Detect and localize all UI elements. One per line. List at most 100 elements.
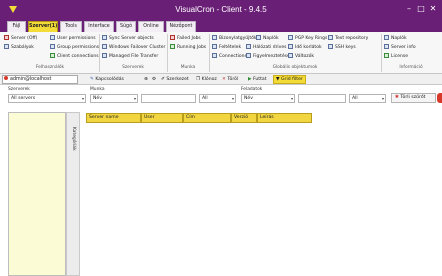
network-drives-button[interactable]: Hálózati drives: [246, 44, 286, 52]
edit-connection-button[interactable]: ✎ Kapcsolódás: [90, 76, 124, 84]
task-scope-select[interactable]: All ▾: [349, 94, 386, 103]
settings-icon[interactable]: ⚙: [152, 76, 156, 84]
tab-file[interactable]: Fájl: [7, 21, 26, 32]
side-collapse-strip[interactable]: Kategóriák: [66, 112, 80, 276]
credentials-icon: [212, 35, 217, 40]
notifications-button[interactable]: Figyelmeztetések: [246, 53, 292, 61]
column-header-address[interactable]: Cím: [183, 113, 231, 123]
server-icon: [4, 35, 9, 40]
sync-server-objects-button[interactable]: Sync Server objects: [102, 35, 154, 43]
server-info-button[interactable]: Server info: [384, 44, 416, 52]
tab-tools[interactable]: Tools: [60, 21, 82, 32]
clear-filter-button[interactable]: ✱ Törli szűrőt: [391, 93, 436, 103]
categories-vertical-label: Kategóriák: [71, 127, 76, 151]
variable-icon: [288, 53, 293, 58]
chevron-down-icon: ▾: [231, 96, 234, 101]
column-header-description[interactable]: Leírás: [257, 113, 312, 123]
group-label-information: Információ: [399, 65, 423, 70]
column-header-user[interactable]: User: [141, 113, 183, 123]
log-icon: [256, 35, 261, 40]
category-tree-panel[interactable]: [8, 112, 66, 276]
chevron-down-icon: ▾: [81, 96, 84, 101]
maximize-icon[interactable]: □: [416, 4, 426, 14]
server-grid: [80, 108, 442, 276]
connection-icon: [50, 53, 55, 58]
user-status-icon: [4, 76, 8, 80]
column-header-version[interactable]: Verzió: [231, 113, 257, 123]
run-button[interactable]: ▶ Futtat: [248, 76, 267, 84]
close-icon[interactable]: ✕: [428, 4, 438, 14]
failed-jobs-button[interactable]: Failed Jobs: [170, 35, 201, 43]
info-icon: [384, 44, 389, 49]
tab-view[interactable]: Nézőpont: [166, 21, 196, 32]
ssh-keys-button[interactable]: SSH keys: [328, 44, 356, 52]
task-filter-input[interactable]: [298, 94, 346, 103]
column-header-server-name[interactable]: Server name: [86, 113, 141, 123]
group-label-jobs: Munka: [180, 65, 196, 70]
clone-button[interactable]: ❐ Klónoz: [196, 76, 217, 84]
rules-icon: [4, 44, 9, 49]
tab-server[interactable]: Szerver(1): [28, 21, 58, 32]
chevron-down-icon: ▾: [133, 96, 136, 101]
tab-help[interactable]: Súgó: [116, 21, 136, 32]
logs-button[interactable]: Naplók: [256, 35, 279, 43]
network-drive-icon: [246, 44, 251, 49]
user-selector[interactable]: admin@localhost: [2, 75, 78, 84]
task-filter-label: Feladatok: [241, 87, 263, 92]
user-icon: [50, 35, 55, 40]
window-title: VisualCron - Client - 9.4.5: [175, 5, 267, 14]
credentials-button[interactable]: Bizonylatgyűjtők: [212, 35, 257, 43]
cluster-icon: [102, 44, 107, 49]
log-button[interactable]: Naplók: [384, 35, 407, 43]
running-jobs-button[interactable]: Running Jobs: [170, 44, 206, 52]
close-filter-icon[interactable]: [437, 93, 442, 103]
chevron-down-icon: ▾: [290, 96, 293, 101]
edit-button[interactable]: ✐ Szerkezet: [161, 76, 189, 84]
chevron-down-icon: ▾: [381, 96, 384, 101]
group-label-users: Felhasználók: [35, 65, 65, 70]
license-button[interactable]: License: [384, 53, 408, 61]
delete-button[interactable]: ✕ Töröl: [222, 76, 238, 84]
conditions-button[interactable]: Feltételek: [212, 44, 241, 52]
notification-icon: [246, 53, 251, 58]
clock-icon: [288, 44, 293, 49]
user-permissions-button[interactable]: User permissions: [50, 35, 96, 43]
log-icon: [384, 35, 389, 40]
client-connections-button[interactable]: Client connections: [50, 53, 99, 61]
text-repository-button[interactable]: Text repository: [328, 35, 368, 43]
job-filter-input[interactable]: [141, 94, 196, 103]
group-label-servers: Szerverek: [122, 65, 144, 70]
title-bar: VisualCron - Client - 9.4.5 – □ ✕: [0, 0, 442, 20]
tab-online[interactable]: Online: [138, 21, 164, 32]
minimize-icon[interactable]: –: [404, 4, 414, 14]
group-icon: [50, 44, 55, 49]
group-permissions-button[interactable]: Group permissions: [50, 44, 99, 52]
job-field-select[interactable]: Név ▾: [90, 94, 138, 103]
connections-button[interactable]: Connections: [212, 53, 247, 61]
add-icon[interactable]: ⊕: [144, 76, 148, 84]
sync-icon: [102, 35, 107, 40]
group-label-global-objects: Globális objektumok: [272, 65, 318, 70]
job-filter-label: Munka: [90, 87, 105, 92]
ssh-key-icon: [328, 44, 333, 49]
text-icon: [328, 35, 333, 40]
key-icon: [288, 35, 293, 40]
pgp-key-rings-button[interactable]: PGP Key Rings: [288, 35, 327, 43]
conditions-icon: [212, 44, 217, 49]
rules-button[interactable]: Szabályok: [4, 44, 34, 52]
grid-filter-button[interactable]: ▼ Grid filter: [273, 75, 306, 84]
failed-jobs-icon: [170, 35, 175, 40]
file-transfer-icon: [102, 53, 107, 58]
managed-file-transfer-button[interactable]: Managed File Transfer: [102, 53, 158, 61]
task-field-select[interactable]: Név ▾: [241, 94, 295, 103]
failover-cluster-button[interactable]: Windows Failover Cluster: [102, 44, 165, 52]
server-filter-label: Szerverek: [8, 87, 30, 92]
server-select[interactable]: All servers ▾: [8, 94, 86, 103]
variables-button[interactable]: Változók: [288, 53, 314, 61]
tab-interface[interactable]: Interface: [84, 21, 114, 32]
time-exceptions-button[interactable]: Idő korlátok: [288, 44, 322, 52]
license-icon: [384, 53, 389, 58]
server-off-button[interactable]: Server (Off): [4, 35, 37, 43]
job-scope-select[interactable]: All ▾: [199, 94, 236, 103]
connections-icon: [212, 53, 217, 58]
